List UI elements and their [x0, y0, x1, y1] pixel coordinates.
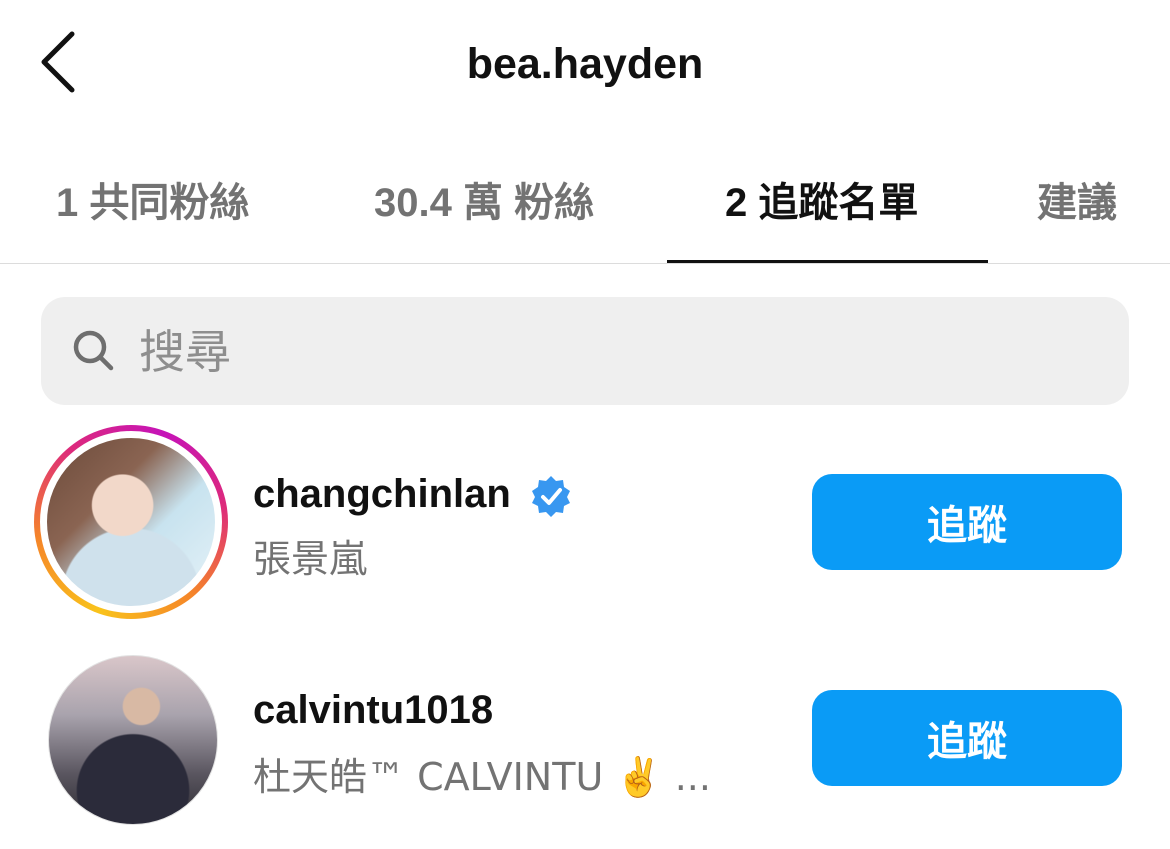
tab-following[interactable]: 2 追蹤名單 [725, 170, 918, 230]
follow-button[interactable]: 追蹤 [812, 690, 1122, 786]
search-icon [73, 330, 114, 371]
list-item[interactable]: changchinlan 張景嵐 追蹤 [0, 420, 1170, 620]
tab-mutual-followers[interactable]: 1 共同粉絲 [56, 170, 249, 230]
back-button[interactable] [36, 28, 84, 96]
active-tab-indicator [667, 260, 988, 263]
avatar[interactable] [48, 655, 218, 825]
tab-bar: 1 共同粉絲 30.4 萬 粉絲 2 追蹤名單 建議 [0, 150, 1170, 264]
search-bar[interactable] [41, 297, 1129, 405]
story-ring[interactable] [34, 425, 228, 619]
tab-followers[interactable]: 30.4 萬 粉絲 [374, 170, 594, 230]
full-name: 杜天皓™ CALVINTU ✌️ ... [253, 755, 711, 799]
verified-badge-icon [532, 476, 570, 517]
list-item[interactable]: calvintu1018 杜天皓™ CALVINTU ✌️ ... 追蹤 [0, 640, 1170, 840]
follow-button[interactable]: 追蹤 [812, 474, 1122, 570]
username[interactable]: calvintu1018 [253, 688, 493, 733]
full-name: 張景嵐 [253, 537, 368, 581]
search-input[interactable] [137, 319, 1091, 385]
username[interactable]: changchinlan [253, 472, 511, 517]
following-list-screen: bea.hayden 1 共同粉絲 30.4 萬 粉絲 2 追蹤名單 建議 ch… [0, 0, 1170, 849]
avatar[interactable] [47, 438, 215, 606]
page-title: bea.hayden [466, 40, 704, 88]
chevron-left-icon [41, 31, 75, 93]
tab-suggested[interactable]: 建議 [1037, 170, 1117, 230]
top-bar: bea.hayden [0, 0, 1170, 135]
